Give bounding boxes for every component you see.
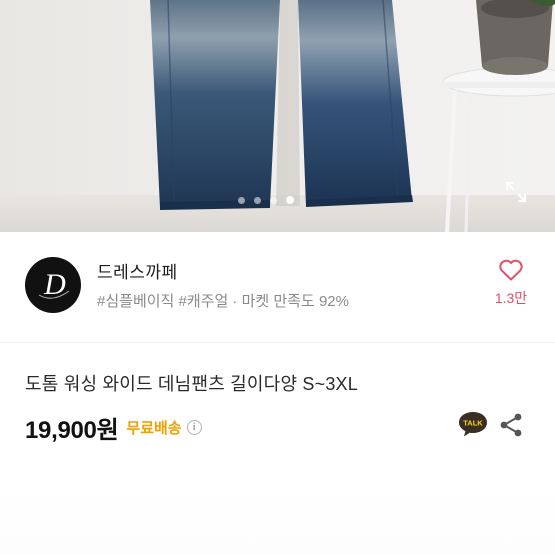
kakaotalk-share-button[interactable]: TALK (457, 410, 489, 438)
shop-tags: #심플베이직 #캐주얼 · 마켓 만족도 92% (97, 290, 349, 311)
shop-info: D 드레스까페 #심플베이직 #캐주얼 · 마켓 만족도 92% 1.3만 (0, 232, 555, 342)
carousel-dot[interactable] (270, 196, 277, 204)
product-image[interactable] (0, 0, 555, 232)
shop-logo-mark: D (38, 268, 70, 301)
tag-separator: · (228, 293, 242, 310)
shop-tag[interactable]: #심플베이직 (97, 293, 174, 310)
bottom-spacer (0, 480, 555, 555)
talk-label: TALK (463, 419, 483, 428)
heart-icon (499, 259, 523, 281)
share-button[interactable] (498, 412, 524, 438)
shop-name[interactable]: 드레스까페 (97, 258, 178, 283)
expand-icon-glyph (505, 181, 527, 203)
price-row: 19,900원 무료배송 i (25, 410, 202, 444)
shop-avatar[interactable]: D (25, 257, 81, 313)
carousel-dot[interactable] (238, 196, 245, 204)
shop-tag[interactable]: #캐주얼 (179, 293, 229, 310)
product-price: 19,900원 (25, 416, 119, 444)
section-divider (0, 342, 555, 343)
free-shipping-badge: 무료배송 (126, 419, 182, 437)
talk-icon: TALK (459, 412, 487, 437)
carousel-dot-active[interactable] (286, 196, 294, 204)
market-satisfaction: 마켓 만족도 92% (241, 293, 349, 310)
carousel-indicator (238, 196, 294, 204)
like-count: 1.3만 (494, 290, 528, 306)
shop-logo-letter: D (43, 268, 66, 301)
info-icon[interactable]: i (186, 419, 202, 435)
product-title: 도톰 워싱 와이드 데님팬츠 길이다양 S~3XL (25, 374, 358, 394)
like-button[interactable]: 1.3만 (486, 258, 536, 308)
share-icon (500, 413, 522, 437)
expand-icon[interactable] (502, 178, 530, 206)
carousel-dot[interactable] (254, 196, 261, 204)
